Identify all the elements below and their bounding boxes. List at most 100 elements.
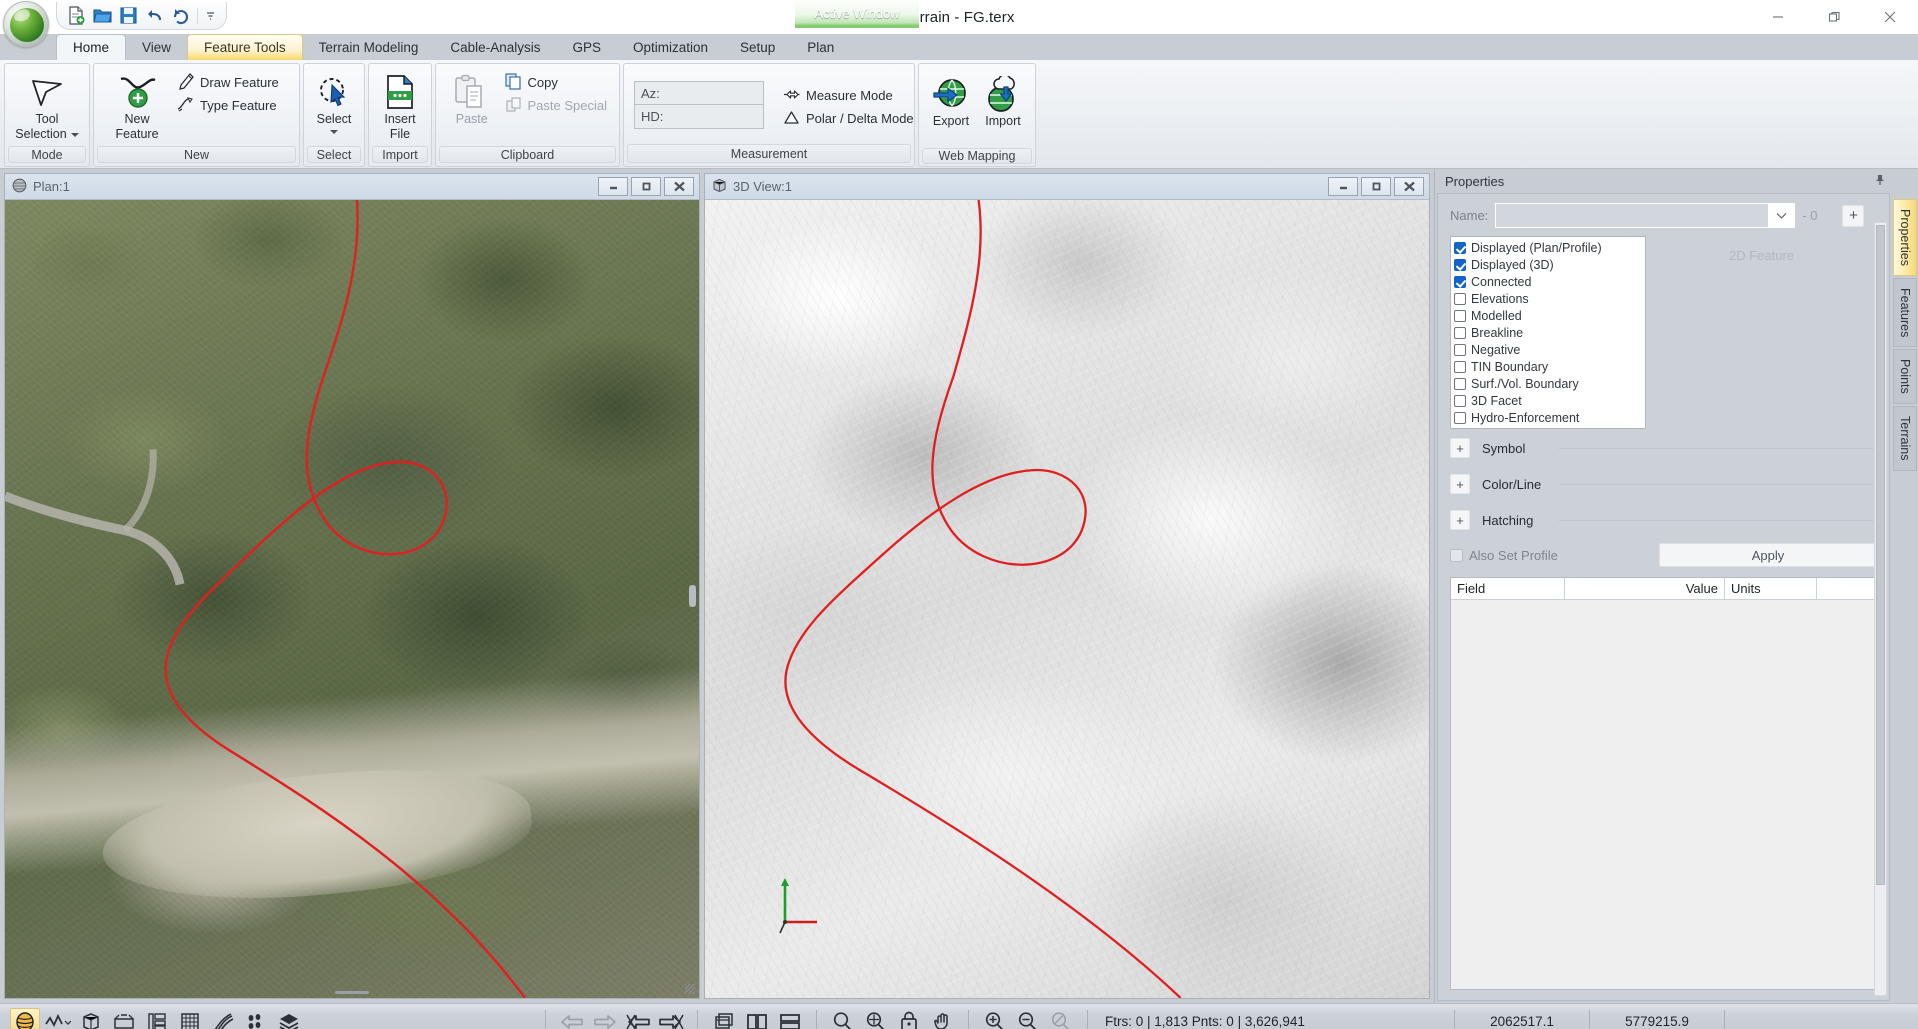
flag-3d-facet[interactable]: 3D Facet (1454, 392, 1642, 409)
grid-col-field[interactable]: Field (1451, 578, 1565, 599)
forward-arrow-icon[interactable] (590, 1008, 620, 1029)
close-button[interactable] (1862, 0, 1918, 34)
cross-section-icon[interactable] (109, 1008, 139, 1029)
tile-horizontal-icon[interactable] (775, 1008, 805, 1029)
checkbox-icon[interactable] (1454, 309, 1466, 322)
apply-button[interactable]: Apply (1659, 543, 1877, 567)
tab-home[interactable]: Home (56, 34, 127, 60)
checkbox-icon[interactable] (1454, 411, 1466, 424)
undo-icon[interactable] (145, 6, 164, 25)
web-import-button[interactable]: Import (977, 70, 1029, 148)
expand-color-line-button[interactable]: + (1450, 474, 1470, 494)
contours-icon[interactable] (208, 1008, 238, 1029)
tool-selection-button[interactable]: Tool Selection (11, 68, 83, 146)
open-folder-icon[interactable] (93, 6, 112, 25)
maximize-restore-button[interactable] (1806, 0, 1862, 34)
pan-hand-icon[interactable] (927, 1008, 957, 1029)
grid-col-extra[interactable] (1817, 578, 1876, 599)
cube-view-icon[interactable] (76, 1008, 106, 1029)
points-cloud-icon[interactable] (241, 1008, 271, 1029)
properties-grid[interactable]: Field Value Units (1450, 577, 1877, 990)
layers-icon[interactable] (274, 1008, 304, 1029)
plan-canvas[interactable] (5, 200, 699, 998)
view3d-title-bar[interactable]: 3D View:1 (705, 174, 1429, 200)
back-arrow-icon[interactable] (557, 1008, 587, 1029)
chevron-down-icon[interactable] (70, 132, 79, 137)
chevron-down-icon[interactable] (330, 130, 338, 134)
expand-symbol-button[interactable]: + (1450, 438, 1470, 458)
profile-line-icon[interactable] (43, 1008, 73, 1029)
plan-title-bar[interactable]: Plan:1 (5, 174, 699, 200)
flag-surf-vol-boundary[interactable]: Surf./Vol. Boundary (1454, 375, 1642, 392)
checkbox-icon[interactable] (1454, 241, 1466, 254)
zoom-none-icon[interactable] (1046, 1008, 1076, 1029)
checkbox-icon[interactable] (1454, 394, 1466, 407)
checkbox-icon[interactable] (1454, 275, 1466, 288)
azimuth-field[interactable]: Az: (634, 81, 764, 105)
plan-resize-grip[interactable] (685, 984, 695, 994)
properties-scrollbar[interactable] (1874, 222, 1887, 996)
view3d-restore-button[interactable] (1361, 177, 1391, 196)
checkbox-icon[interactable] (1454, 326, 1466, 339)
tab-feature-tools[interactable]: Feature Tools (187, 34, 303, 60)
tab-plan[interactable]: Plan (791, 34, 850, 60)
tab-gps[interactable]: GPS (556, 34, 617, 60)
section-hatching[interactable]: + Hatching (1450, 503, 1877, 537)
paste-special-button[interactable]: Paste Special (502, 94, 614, 117)
section-color-line[interactable]: + Color/Line (1450, 467, 1877, 501)
view3d-close-button[interactable] (1394, 177, 1424, 196)
polar-delta-mode-button[interactable]: Polar / Delta Mode (780, 107, 920, 130)
flag-displayed-3d[interactable]: Displayed (3D) (1454, 256, 1642, 273)
zoom-lock-icon[interactable] (894, 1008, 924, 1029)
also-set-profile-checkbox[interactable] (1450, 548, 1463, 562)
copy-button[interactable]: Copy (502, 71, 614, 94)
zoom-in-icon[interactable] (980, 1008, 1010, 1029)
cascade-windows-icon[interactable] (709, 1008, 739, 1029)
insert-file-button[interactable]: Insert File (369, 68, 431, 146)
web-export-button[interactable]: Export (925, 70, 977, 148)
new-file-icon[interactable] (67, 6, 86, 25)
chevron-down-icon[interactable] (1768, 204, 1795, 227)
plan-minimize-button[interactable] (598, 177, 628, 196)
name-combobox[interactable] (1495, 203, 1796, 228)
grid-col-units[interactable]: Units (1725, 578, 1817, 599)
horizontal-distance-field[interactable]: HD: (634, 105, 764, 129)
flag-elevations[interactable]: Elevations (1454, 290, 1642, 307)
zoom-out-icon[interactable] (1013, 1008, 1043, 1029)
checkbox-icon[interactable] (1454, 377, 1466, 390)
grid-col-value[interactable]: Value (1565, 578, 1725, 599)
terrain-surface-icon[interactable] (10, 1007, 40, 1029)
checkbox-icon[interactable] (1454, 258, 1466, 271)
dock-tab-terrains[interactable]: Terrains (1893, 406, 1917, 471)
flag-displayed-plan-profile[interactable]: Displayed (Plan/Profile) (1454, 239, 1642, 256)
grid-icon[interactable] (175, 1008, 205, 1029)
section-symbol[interactable]: + Symbol (1450, 431, 1877, 465)
select-button[interactable]: Select (304, 68, 364, 146)
previous-view-icon[interactable] (623, 1008, 653, 1029)
pin-icon[interactable] (1874, 174, 1886, 189)
next-view-icon[interactable] (656, 1008, 686, 1029)
paste-button[interactable]: Paste (442, 68, 502, 146)
dock-tab-properties[interactable]: Properties (1893, 199, 1917, 276)
flag-tin-boundary[interactable]: TIN Boundary (1454, 358, 1642, 375)
measure-mode-button[interactable]: Measure Mode (780, 84, 920, 107)
zoom-extents-icon[interactable] (861, 1008, 891, 1029)
flag-breakline[interactable]: Breakline (1454, 324, 1642, 341)
plan-hscroll-handle[interactable] (689, 585, 696, 607)
checkbox-icon[interactable] (1454, 292, 1466, 305)
draw-feature-button[interactable]: Draw Feature (174, 71, 285, 94)
zoom-window-icon[interactable] (828, 1008, 858, 1029)
dock-tab-points[interactable]: Points (1893, 349, 1917, 405)
application-menu-orb[interactable] (3, 1, 49, 47)
name-input[interactable] (1496, 204, 1769, 227)
view3d-canvas[interactable] (705, 200, 1429, 998)
redo-icon[interactable] (171, 6, 190, 25)
flag-connected[interactable]: Connected (1454, 273, 1642, 290)
tile-vertical-icon[interactable] (742, 1008, 772, 1029)
tab-setup[interactable]: Setup (724, 34, 791, 60)
type-feature-button[interactable]: Type Feature (174, 94, 285, 117)
customize-qat-icon[interactable] (205, 6, 216, 25)
checkbox-icon[interactable] (1454, 360, 1466, 373)
add-feature-button[interactable]: + (1842, 204, 1865, 227)
minimize-button[interactable] (1750, 0, 1806, 34)
